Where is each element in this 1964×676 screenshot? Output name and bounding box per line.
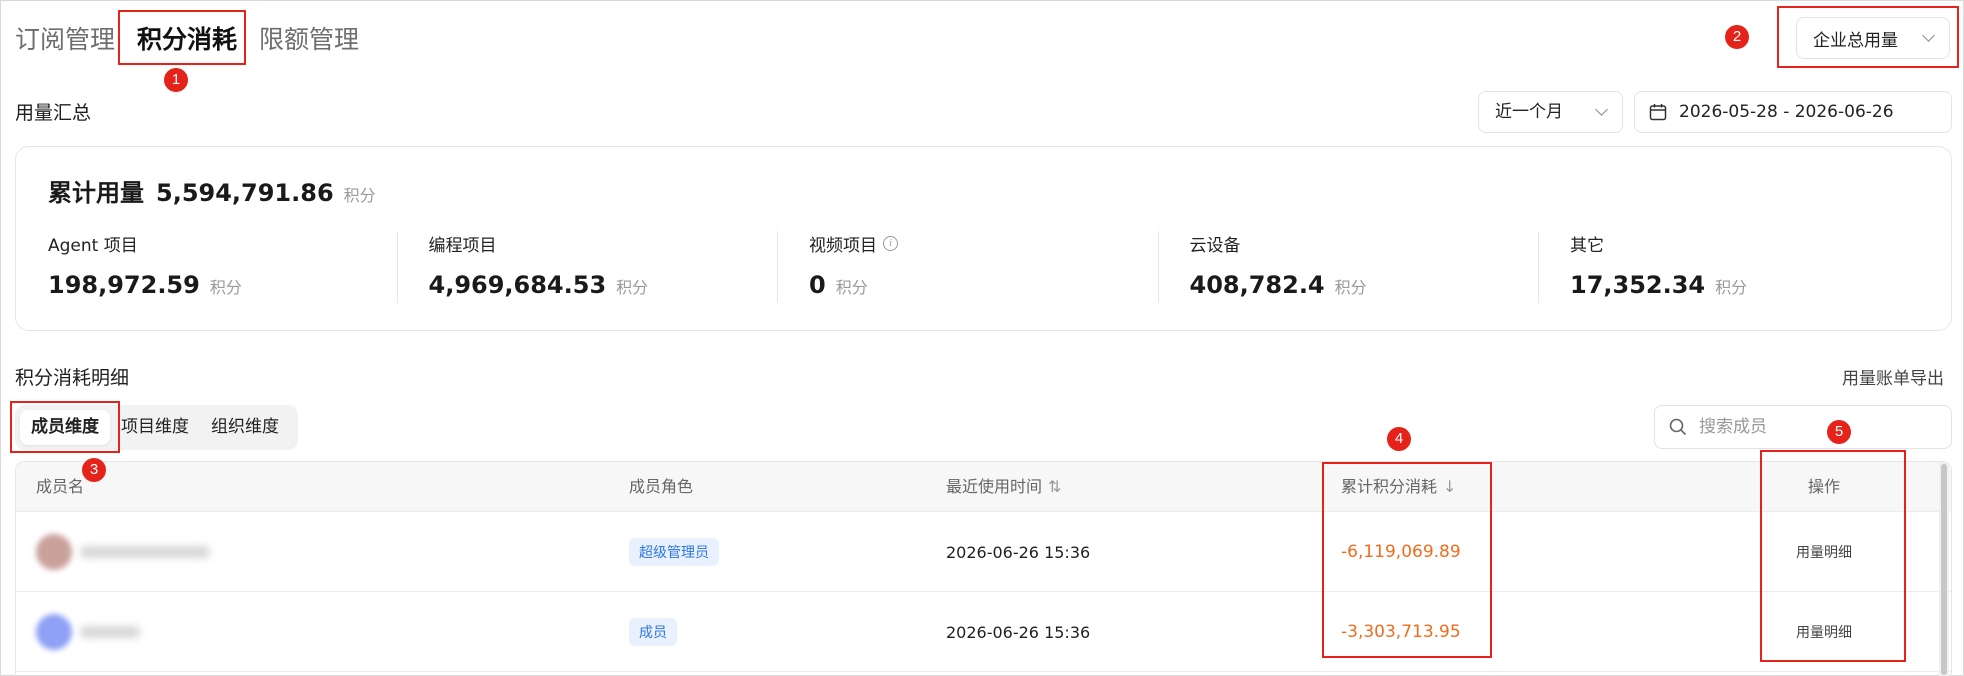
metric-label: 编程项目 <box>428 235 497 256</box>
metric-label: 视频项目 <box>809 235 877 256</box>
sort-icon[interactable]: ⇅ <box>1048 462 1061 512</box>
member-cell <box>36 512 210 592</box>
metric-unit: 积分 <box>616 278 649 297</box>
chevron-down-icon <box>1595 103 1608 116</box>
metric-value: 4,969,684.53 <box>428 271 607 299</box>
tab-quota[interactable]: 限额管理 <box>259 20 359 60</box>
range-select-value: 近一个月 <box>1495 102 1563 122</box>
dimension-project[interactable]: 项目维度 <box>110 410 200 445</box>
annotation-box-5 <box>1760 450 1906 662</box>
total-usage-unit: 积分 <box>343 186 376 205</box>
summary-card: 累计用量 5,594,791.86 积分 Agent 项目 198,972.59… <box>15 146 1952 331</box>
member-cell <box>36 592 140 672</box>
metric-label: 云设备 <box>1189 235 1241 256</box>
detail-title: 积分消耗明细 <box>15 367 130 389</box>
role-tag: 成员 <box>629 618 677 646</box>
metric-cloud-device: 云设备 408,782.4 积分 <box>1157 231 1539 303</box>
col-role: 成员角色 <box>629 477 694 496</box>
last-used-cell: 2026-06-26 15:36 <box>946 542 1091 562</box>
date-range-picker[interactable]: 2026-05-28 - 2026-06-26 <box>1634 91 1952 133</box>
table-row: 超级管理员 2026-06-26 15:36 -6,119,069.89 用量明… <box>16 512 1951 592</box>
metric-label: Agent 项目 <box>48 235 138 256</box>
avatar <box>36 614 72 650</box>
date-range-value: 2026-05-28 - 2026-06-26 <box>1679 102 1894 122</box>
annotation-box-4 <box>1322 462 1492 658</box>
annotation-marker-3: 3 <box>82 458 106 482</box>
metric-value: 198,972.59 <box>48 271 200 299</box>
total-usage: 累计用量 5,594,791.86 积分 <box>48 173 376 208</box>
metric-unit: 积分 <box>1334 278 1367 297</box>
metric-unit: 积分 <box>1715 278 1748 297</box>
table-row: 成员 2026-06-26 15:36 -3,303,713.95 用量明细 <box>16 592 1951 672</box>
calendar-icon <box>1649 104 1667 121</box>
metric-video: 视频项目 i 0 积分 <box>777 231 1158 303</box>
metric-value: 17,352.34 <box>1570 271 1706 299</box>
annotation-marker-2: 2 <box>1725 25 1749 49</box>
metric-value: 408,782.4 <box>1189 271 1325 299</box>
annotation-box-3 <box>10 401 120 453</box>
metric-unit: 积分 <box>209 278 242 297</box>
total-usage-value: 5,594,791.86 <box>156 179 334 207</box>
metric-unit: 积分 <box>835 278 868 297</box>
metric-value: 0 <box>809 271 826 299</box>
table-scrollbar[interactable] <box>1939 462 1949 676</box>
metric-agent: Agent 项目 198,972.59 积分 <box>16 231 397 300</box>
search-input[interactable] <box>1699 417 1899 437</box>
consumption-table: 成员名 成员角色 最近使用时间 ⇅ 累计积分消耗 ↓ 操作 超级管理员 2026… <box>15 461 1952 676</box>
role-cell: 超级管理员 <box>629 512 719 592</box>
col-last-used[interactable]: 最近使用时间 ⇅ <box>946 462 1061 512</box>
metric-label-wrap: 视频项目 i <box>809 231 1158 256</box>
metrics-row: Agent 项目 198,972.59 积分 编程项目 4,969,684.53… <box>16 231 1951 303</box>
member-search <box>1654 405 1952 449</box>
annotation-marker-1: 1 <box>164 68 188 92</box>
summary-title: 用量汇总 <box>15 102 92 124</box>
range-select[interactable]: 近一个月 <box>1478 91 1623 133</box>
info-icon[interactable]: i <box>883 235 898 251</box>
tab-subscription[interactable]: 订阅管理 <box>15 20 115 60</box>
role-cell: 成员 <box>629 592 677 672</box>
metric-label: 其它 <box>1570 235 1604 256</box>
annotation-marker-5: 5 <box>1827 420 1851 444</box>
export-bill-link[interactable]: 用量账单导出 <box>1842 364 1944 389</box>
annotation-box-2 <box>1777 6 1959 68</box>
member-name-redacted <box>80 626 140 638</box>
annotation-marker-4: 4 <box>1387 427 1411 451</box>
scrollbar-thumb[interactable] <box>1941 464 1947 675</box>
search-icon <box>1669 418 1687 436</box>
total-usage-label: 累计用量 <box>48 179 144 207</box>
member-name-redacted <box>80 546 210 558</box>
metric-coding: 编程项目 4,969,684.53 积分 <box>396 231 778 303</box>
role-tag: 超级管理员 <box>629 538 719 566</box>
dimension-organization[interactable]: 组织维度 <box>200 410 290 445</box>
metric-other: 其它 17,352.34 积分 <box>1538 231 1919 303</box>
table-header: 成员名 成员角色 最近使用时间 ⇅ 累计积分消耗 ↓ 操作 <box>16 462 1951 512</box>
col-member-name: 成员名 <box>36 477 85 496</box>
avatar <box>36 534 72 570</box>
annotation-box-1 <box>118 10 246 65</box>
last-used-cell: 2026-06-26 15:36 <box>946 622 1091 642</box>
col-last-used-label: 最近使用时间 <box>946 477 1043 496</box>
